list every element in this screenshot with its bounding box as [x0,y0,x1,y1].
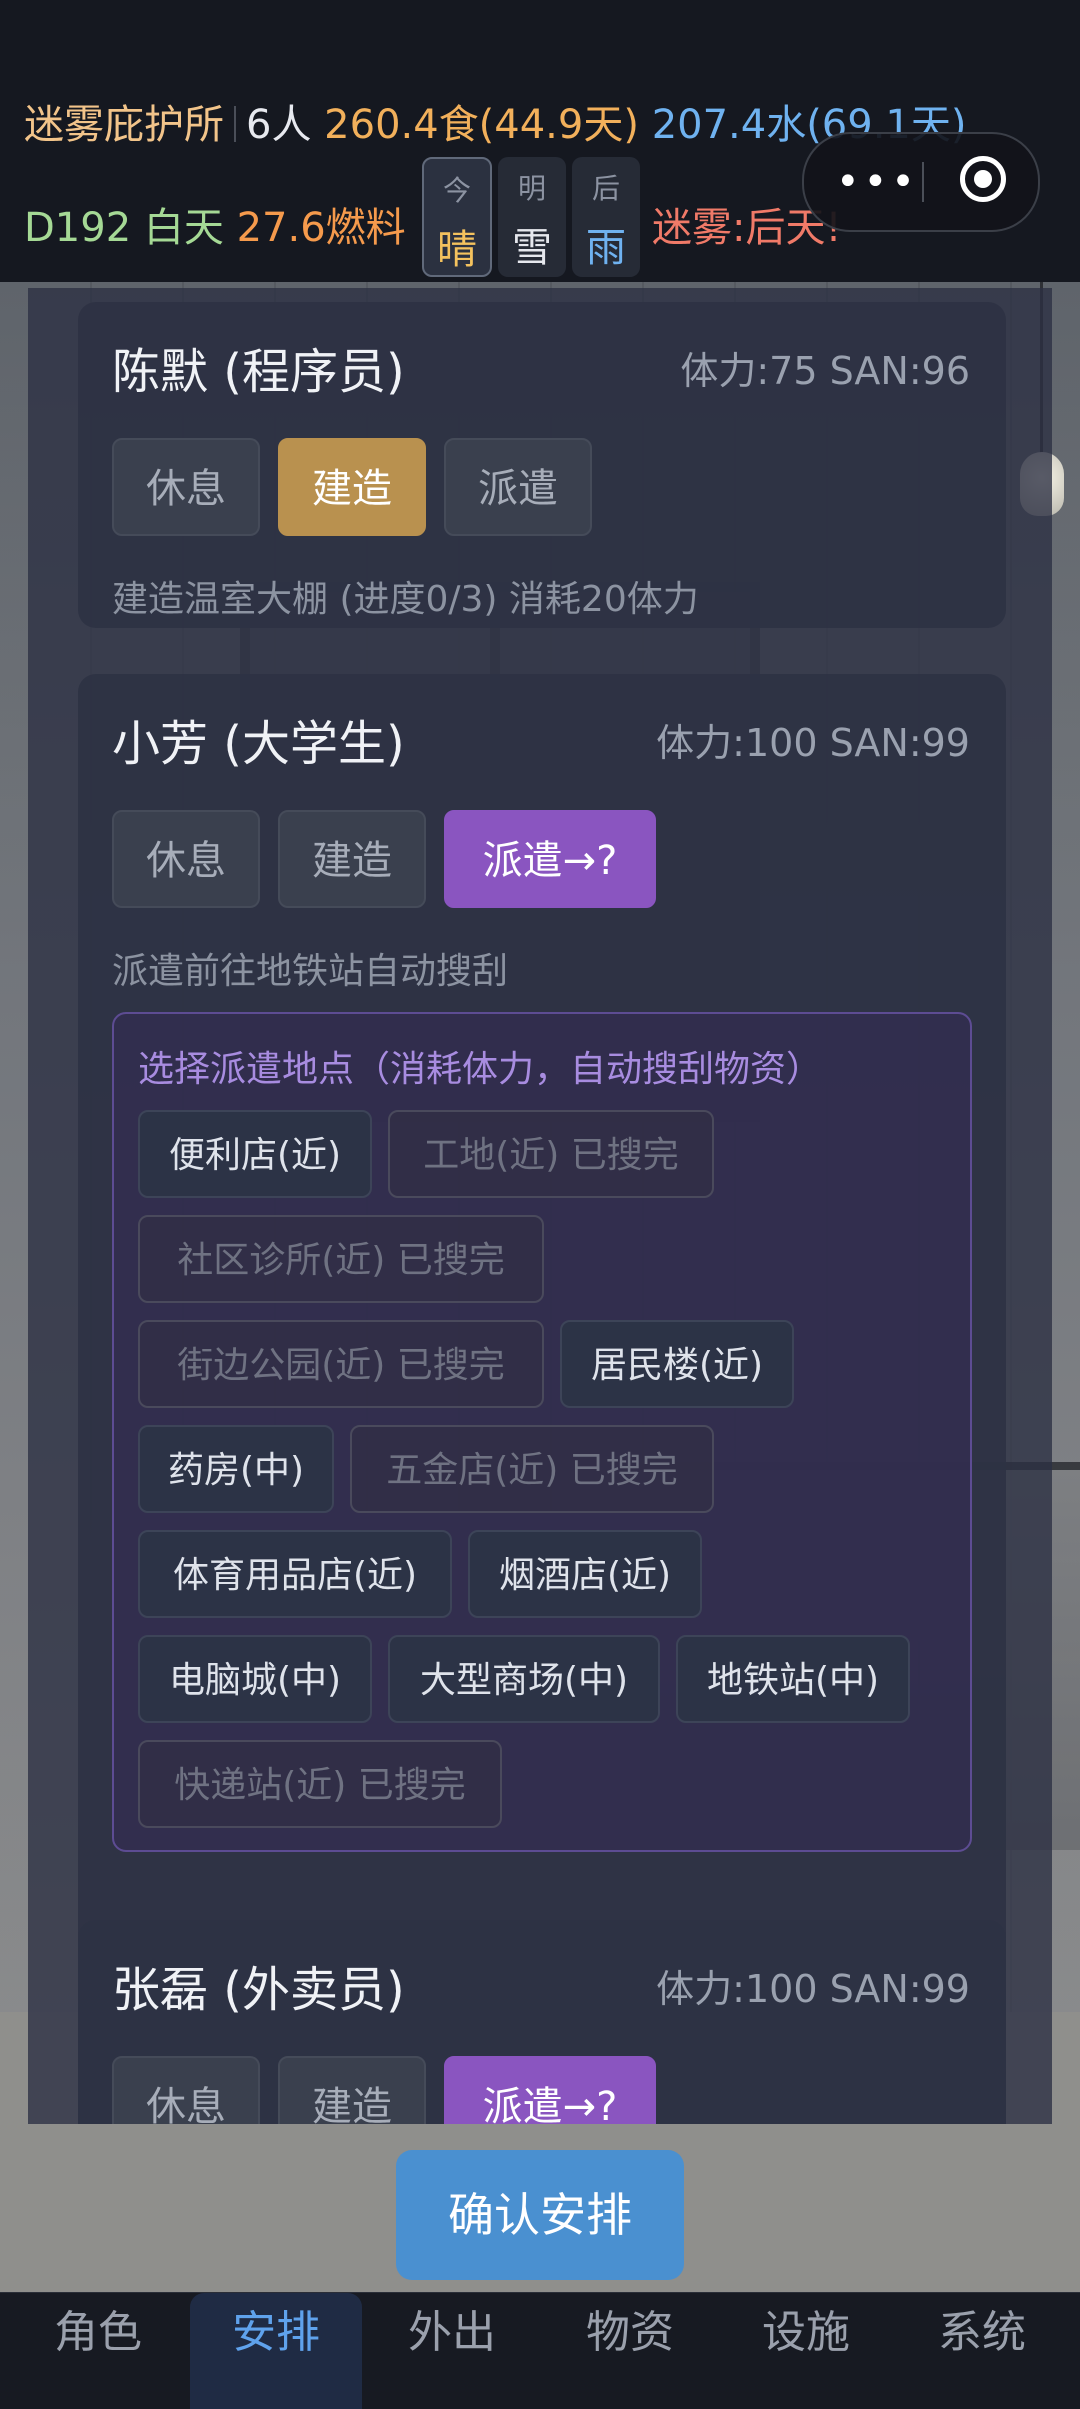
sunny-weather: 晴 [437,227,477,273]
character-name: 张磊 (外卖员) [112,1962,405,2018]
location-hardware-store: 五金店(近) 已搜完 [350,1425,714,1513]
character-card: 小芳 (大学生) 体力:100 SAN:99 休息 建造 派遣→? 派遣前往地铁… [78,674,1006,2124]
tab-facilities[interactable]: 设施 [720,2293,892,2409]
rest-button[interactable]: 休息 [112,438,260,536]
forecast-day-label: 后 [591,172,620,205]
location-liquor-store[interactable]: 烟酒店(近) [468,1530,702,1618]
divider [234,106,236,142]
location-subway-station[interactable]: 地铁站(中) [676,1635,910,1723]
dispatch-button[interactable]: 派遣 [444,438,592,536]
tab-arrangement[interactable]: 安排 [190,2293,362,2409]
forecast-day-label: 明 [517,172,546,205]
bottom-tab-bar: 角色 安排 外出 物资 设施 系统 [0,2292,1080,2409]
arrangement-panel: 陈默 (程序员) 体力:75 SAN:96 休息 建造 派遣 建造温室大棚 (进… [28,288,1052,2124]
forecast-tomorrow: 明 雪 [498,157,566,277]
tab-system[interactable]: 系统 [896,2293,1068,2409]
time-of-day: 白天 [143,205,224,251]
location-construction-site: 工地(近) 已搜完 [388,1110,714,1198]
rest-button[interactable]: 休息 [112,2056,260,2124]
forecast-day-after: 后 雨 [572,157,640,277]
capsule-divider [922,162,924,202]
dispatch-location-picker: 选择派遣地点（消耗体力，自动搜刮物资） 便利店(近) 工地(近) 已搜完 社区诊… [112,1012,972,1852]
build-button[interactable]: 建造 [278,438,426,536]
dispatch-title: 选择派遣地点（消耗体力，自动搜刮物资） [138,1049,823,1090]
location-convenience-store[interactable]: 便利店(近) [138,1110,372,1198]
build-button[interactable]: 建造 [278,810,426,908]
snow-weather: 雪 [512,225,552,271]
status-bar: 迷雾庇护所 6人 260.4食(44.9天) 207.4水(69.1天) D192… [0,0,1080,282]
location-courier-station: 快递站(近) 已搜完 [138,1740,502,1828]
character-card: 张磊 (外卖员) 体力:100 SAN:99 休息 建造 派遣→? [78,1920,1006,2124]
action-description: 建造温室大棚 (进度0/3) 消耗20体力 [112,579,699,620]
confirm-arrangement-button[interactable]: 确认安排 [396,2150,684,2280]
location-park: 街边公园(近) 已搜完 [138,1320,544,1408]
character-card: 陈默 (程序员) 体力:75 SAN:96 休息 建造 派遣 建造温室大棚 (进… [78,302,1006,628]
rain-weather: 雨 [586,225,626,271]
location-residential-building[interactable]: 居民楼(近) [560,1320,794,1408]
forecast-today: 今 晴 [422,157,492,277]
fuel-stat: 27.6燃料 [236,205,406,251]
forecast-day-label: 今 [442,174,471,207]
weather-forecast: 今 晴 明 雪 后 雨 [422,157,640,277]
more-icon[interactable]: ••• [836,162,919,202]
miniprogram-capsule: ••• [802,132,1040,232]
location-electronics-mall[interactable]: 电脑城(中) [138,1635,372,1723]
population: 6人 [246,102,312,148]
tab-outing[interactable]: 外出 [366,2293,538,2409]
tab-characters[interactable]: 角色 [12,2293,184,2409]
character-name: 陈默 (程序员) [112,344,405,400]
character-stats: 体力:100 SAN:99 [656,1967,970,2011]
build-button[interactable]: 建造 [278,2056,426,2124]
location-sports-store[interactable]: 体育用品店(近) [138,1530,452,1618]
action-description: 派遣前往地铁站自动搜刮 [112,951,509,992]
day-counter: D192 [24,205,132,251]
food-stat: 260.4食(44.9天) [324,102,639,148]
location-pharmacy[interactable]: 药房(中) [138,1425,334,1513]
close-target-icon[interactable] [960,156,1006,202]
location-clinic: 社区诊所(近) 已搜完 [138,1215,544,1303]
location-shopping-mall[interactable]: 大型商场(中) [388,1635,660,1723]
tab-supplies[interactable]: 物资 [544,2293,716,2409]
status-row-2: D192 白天 27.6燃料 [24,195,406,253]
rest-button[interactable]: 休息 [112,810,260,908]
character-stats: 体力:75 SAN:96 [680,349,970,393]
character-stats: 体力:100 SAN:99 [656,721,970,765]
dispatch-button[interactable]: 派遣→? [444,810,656,908]
dispatch-button[interactable]: 派遣→? [444,2056,656,2124]
shelter-name: 迷雾庇护所 [24,102,224,148]
character-name: 小芳 (大学生) [112,716,405,772]
